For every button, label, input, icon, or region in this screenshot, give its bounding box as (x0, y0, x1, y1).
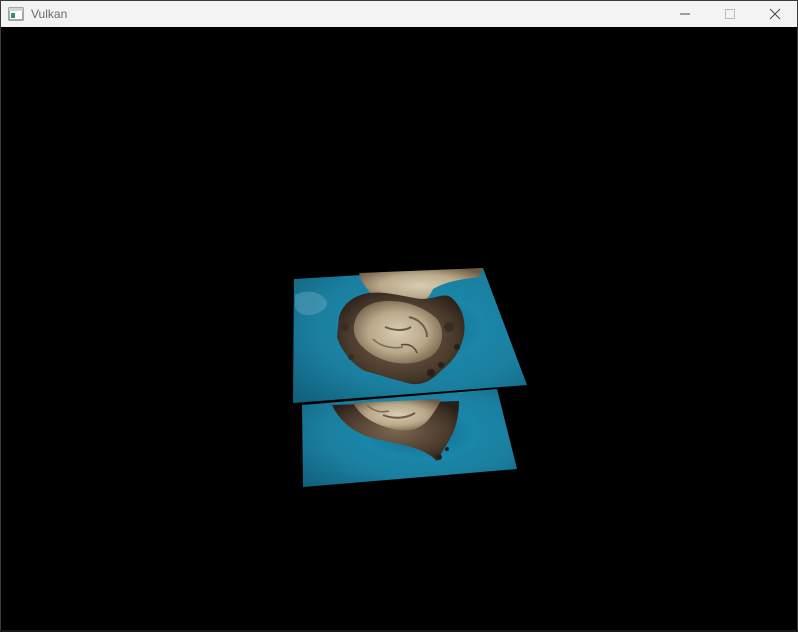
close-button[interactable] (752, 1, 797, 27)
title-bar[interactable]: Vulkan (1, 1, 797, 27)
minimize-button[interactable] (662, 1, 707, 27)
vulkan-window: Vulkan (0, 0, 798, 632)
caption-buttons (662, 1, 797, 27)
window-title: Vulkan (31, 7, 68, 21)
maximize-button[interactable] (707, 1, 752, 27)
close-icon (769, 8, 780, 20)
app-window-icon (8, 7, 24, 21)
rendered-scene (293, 268, 527, 487)
upper-textured-quad (293, 268, 527, 403)
minimize-icon (679, 13, 690, 15)
lower-textured-quad (302, 389, 517, 487)
maximize-icon (724, 9, 735, 19)
render-viewport[interactable] (1, 27, 797, 631)
